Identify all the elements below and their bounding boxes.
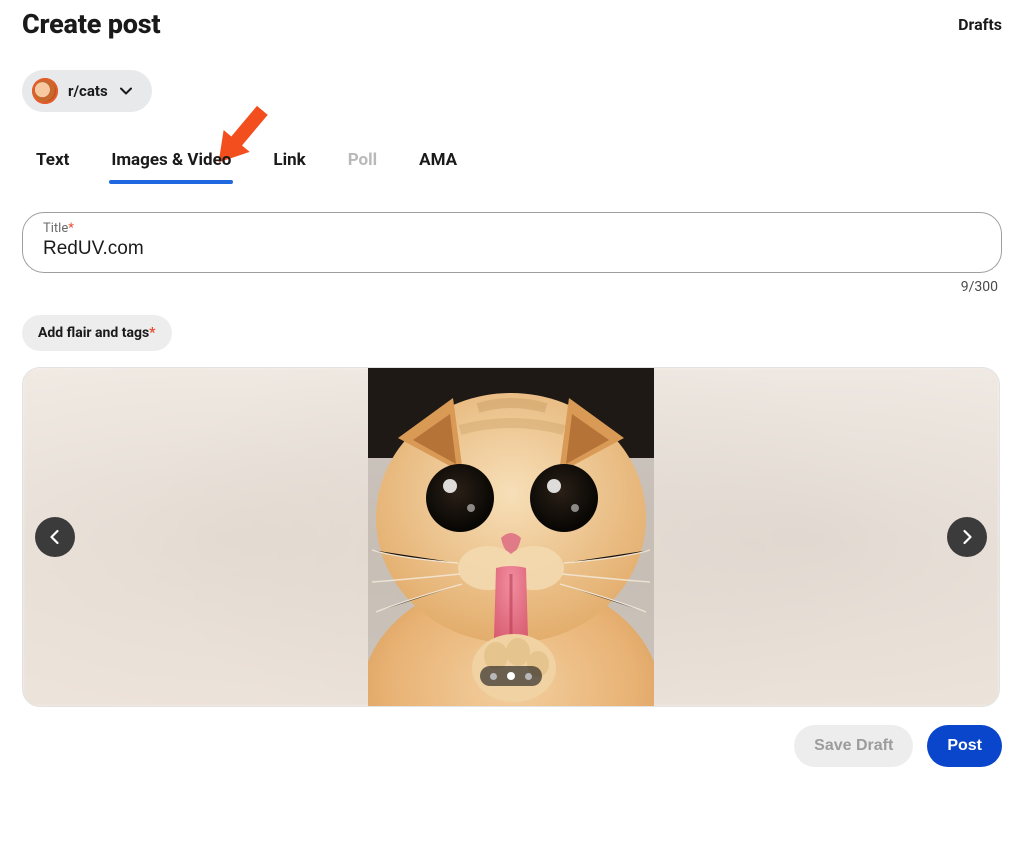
tab-ama[interactable]: AMA [419, 150, 457, 182]
page-dot[interactable] [507, 672, 515, 680]
tab-link[interactable]: Link [273, 150, 305, 182]
media-image[interactable] [368, 368, 654, 706]
title-label: Title* [43, 221, 981, 236]
drafts-link[interactable]: Drafts [958, 15, 1002, 34]
title-input[interactable] [43, 236, 981, 260]
tab-poll: Poll [348, 150, 377, 182]
community-name: r/cats [68, 82, 108, 100]
post-button[interactable]: Post [927, 725, 1002, 767]
media-next-button[interactable] [947, 517, 987, 557]
chevron-down-icon [118, 83, 134, 99]
media-prev-button[interactable] [35, 517, 75, 557]
title-field-container[interactable]: Title* [22, 212, 1002, 273]
page-dot[interactable] [525, 673, 532, 680]
chevron-right-icon [958, 528, 976, 546]
tab-text[interactable]: Text [36, 150, 69, 182]
community-selector[interactable]: r/cats [22, 70, 152, 112]
media-preview [22, 367, 1000, 707]
page-title: Create post [22, 8, 160, 40]
post-type-tabs: Text Images & Video Link Poll AMA [22, 150, 1002, 182]
page-dot[interactable] [490, 673, 497, 680]
tab-images-video[interactable]: Images & Video [111, 150, 231, 182]
community-avatar-icon [32, 78, 58, 104]
add-flair-button[interactable]: Add flair and tags* [22, 315, 172, 351]
save-draft-button: Save Draft [794, 725, 913, 767]
chevron-left-icon [46, 528, 64, 546]
title-character-count: 9/300 [22, 279, 1002, 295]
media-page-indicator [480, 666, 542, 686]
